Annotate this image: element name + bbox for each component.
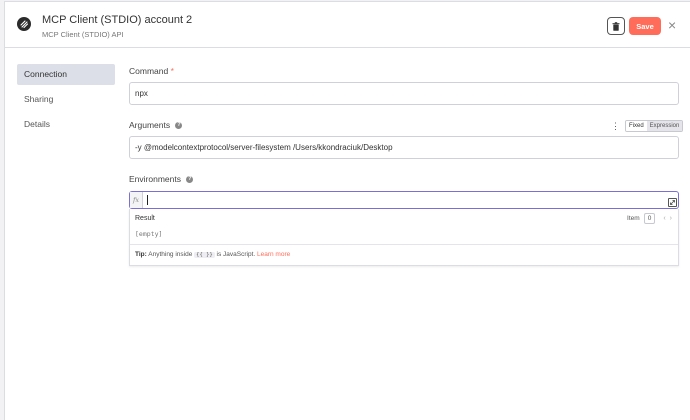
save-button[interactable]: Save	[629, 17, 661, 35]
fixed-expression-toggle[interactable]: Fixed Expression	[625, 120, 684, 132]
command-input[interactable]: npx	[129, 82, 679, 105]
trash-icon	[612, 21, 620, 31]
environments-expression-input[interactable]: fx	[129, 191, 679, 209]
kebab-menu-icon[interactable]: ⋮	[611, 121, 620, 131]
learn-more-link[interactable]: Learn more	[257, 251, 290, 258]
environments-label-text: Environments	[129, 174, 181, 184]
arguments-label-text: Arguments	[129, 120, 171, 130]
mcp-logo-icon	[17, 17, 31, 31]
close-icon[interactable]: ×	[668, 18, 676, 32]
arguments-label: Arguments ?	[129, 120, 183, 130]
modal-header: MCP Client (STDIO) account 2 MCP Client …	[5, 2, 690, 48]
command-label: Command *	[129, 66, 174, 76]
sidebar: Connection Sharing Details	[17, 64, 115, 139]
field-options: ⋮ Fixed Expression	[611, 120, 684, 132]
item-navigator: Item 0 ‹ ›	[627, 213, 672, 224]
sidebar-item-connection[interactable]: Connection	[17, 64, 115, 85]
arguments-input[interactable]: -y @modelcontextprotocol/server-filesyst…	[129, 136, 679, 159]
text-caret	[147, 195, 148, 205]
tip-code: {{ }}	[194, 252, 215, 258]
credential-modal: MCP Client (STDIO) account 2 MCP Client …	[4, 1, 690, 420]
delete-button[interactable]	[607, 17, 625, 35]
toggle-fixed[interactable]: Fixed	[626, 121, 647, 131]
page-title: MCP Client (STDIO) account 2	[42, 14, 193, 26]
toggle-expression[interactable]: Expression	[646, 121, 683, 131]
fx-icon: fx	[130, 192, 143, 208]
tip-label: Tip:	[135, 251, 147, 258]
item-index-input[interactable]: 0	[643, 213, 656, 224]
help-icon[interactable]: ?	[186, 176, 194, 184]
tip-text-2: is JavaScript.	[216, 251, 256, 258]
expand-icon[interactable]	[668, 198, 677, 207]
sidebar-item-sharing[interactable]: Sharing	[17, 89, 115, 110]
item-label: Item	[627, 215, 640, 222]
expression-result-panel: Result Item 0 ‹ › [empty] Tip: Anything …	[129, 209, 679, 266]
tip-row: Tip: Anything inside {{ }} is JavaScript…	[130, 244, 678, 265]
help-icon[interactable]: ?	[175, 122, 183, 130]
tip-text: Anything inside	[148, 251, 193, 258]
chevron-left-icon[interactable]: ‹	[663, 215, 665, 222]
sidebar-item-details[interactable]: Details	[17, 114, 115, 135]
result-title: Result	[135, 215, 155, 222]
page-subtitle: MCP Client (STDIO) API	[42, 30, 124, 39]
chevron-right-icon[interactable]: ›	[670, 215, 672, 222]
result-value: [empty]	[135, 230, 163, 238]
required-mark: *	[170, 66, 174, 76]
environments-label: Environments ?	[129, 174, 194, 184]
command-label-text: Command	[129, 66, 169, 76]
